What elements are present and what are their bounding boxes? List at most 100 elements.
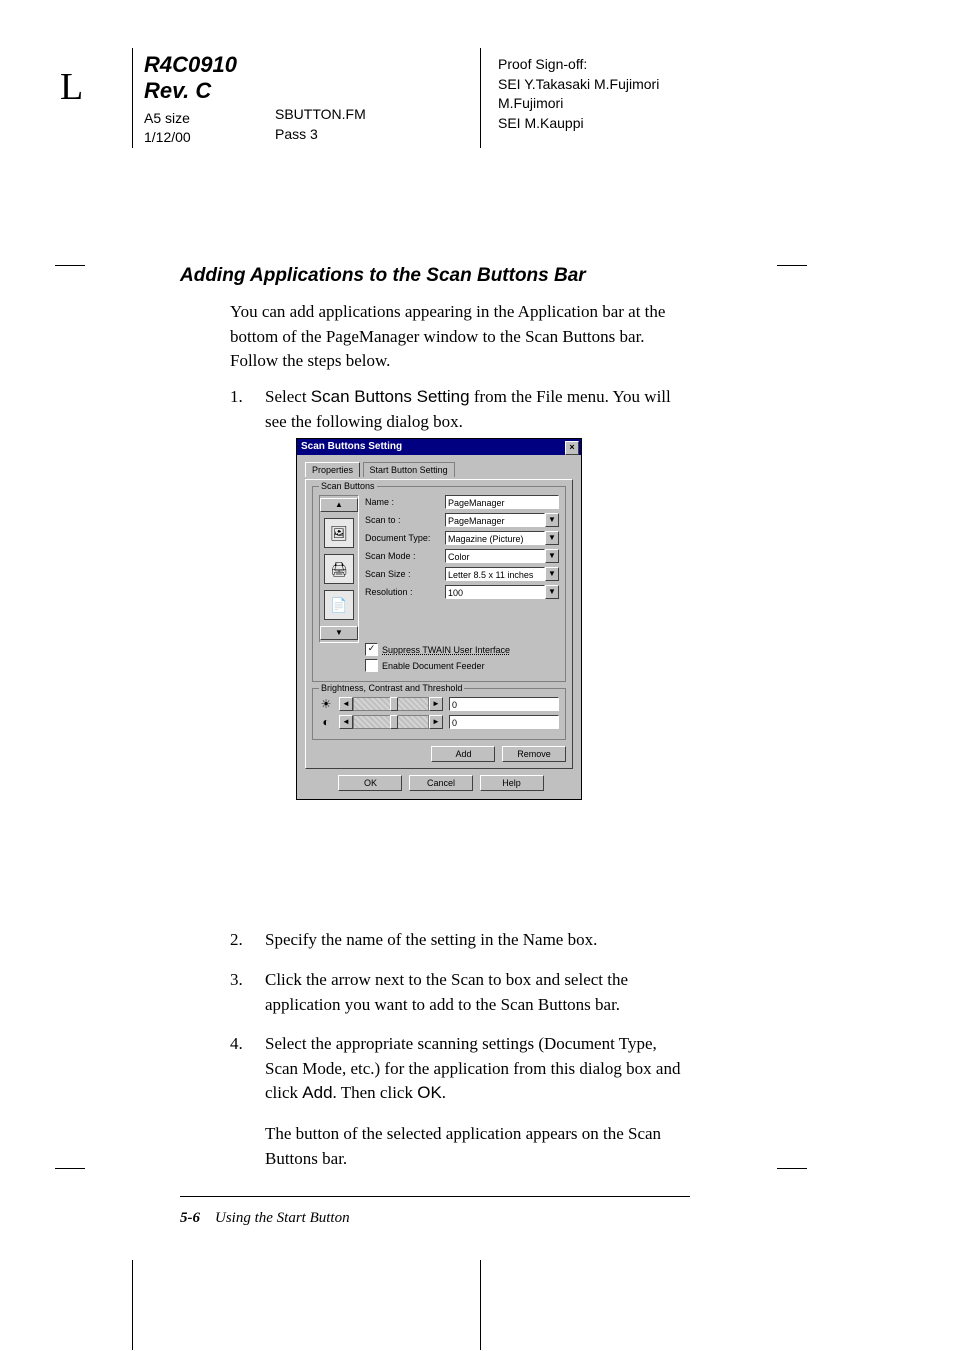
- step-number: 1.: [230, 385, 243, 410]
- doc-file: SBUTTON.FM: [275, 105, 366, 125]
- scroll-up-icon[interactable]: ▲: [320, 498, 358, 512]
- crop-mark: [55, 1168, 85, 1169]
- proof-line: SEI Y.Takasaki M.Fujimori: [498, 75, 659, 95]
- ui-term: Add: [302, 1083, 332, 1102]
- name-label: Name :: [365, 497, 445, 507]
- arrow-left-icon[interactable]: ◄: [339, 697, 353, 711]
- brightness-group: Brightness, Contrast and Threshold ☀ ◄ ►…: [312, 688, 566, 740]
- chevron-down-icon[interactable]: ▼: [545, 531, 559, 545]
- tab-start-button-setting[interactable]: Start Button Setting: [363, 462, 455, 477]
- doc-date: 1/12/00: [144, 128, 237, 148]
- proof-title: Proof Sign-off:: [498, 55, 659, 75]
- checkbox-icon: [365, 659, 378, 672]
- header-divider-2: [480, 48, 481, 148]
- arrow-left-icon[interactable]: ◄: [339, 715, 353, 729]
- scansize-combo[interactable]: Letter 8.5 x 11 inches: [445, 567, 545, 581]
- chevron-down-icon[interactable]: ▼: [545, 585, 559, 599]
- scan-buttons-list[interactable]: ▲ 🖼 🖨 📄 ▼: [319, 495, 359, 643]
- contrast-slider[interactable]: ◄ ►: [339, 715, 443, 729]
- dialog-titlebar[interactable]: Scan Buttons Setting ×: [297, 439, 581, 455]
- remove-button[interactable]: Remove: [502, 746, 566, 762]
- contrast-icon: ◐: [319, 715, 333, 729]
- doctype-label: Document Type:: [365, 533, 445, 543]
- footer-divider: [480, 1260, 481, 1350]
- suppress-twain-checkbox[interactable]: ✓ Suppress TWAIN User Interface: [365, 643, 559, 656]
- step-text: Specify the name of the setting in the N…: [265, 928, 690, 953]
- crop-mark: [777, 265, 807, 266]
- tab-strip: Properties Start Button Setting: [305, 461, 573, 479]
- add-button[interactable]: Add: [431, 746, 495, 762]
- proof-line: SEI M.Kauppi: [498, 114, 659, 134]
- cancel-button[interactable]: Cancel: [409, 775, 473, 791]
- group-label: Brightness, Contrast and Threshold: [319, 683, 464, 693]
- step-4: 4. Select the appropriate scanning setti…: [230, 1032, 690, 1106]
- proof-signoff: Proof Sign-off: SEI Y.Takasaki M.Fujimor…: [498, 55, 659, 133]
- brightness-value[interactable]: 0: [449, 697, 559, 711]
- close-icon[interactable]: ×: [565, 441, 579, 455]
- resolution-combo[interactable]: 100: [445, 585, 545, 599]
- crop-mark: [777, 1168, 807, 1169]
- header-divider: [132, 48, 133, 148]
- contrast-value[interactable]: 0: [449, 715, 559, 729]
- arrow-right-icon[interactable]: ►: [429, 697, 443, 711]
- ok-button[interactable]: OK: [338, 775, 402, 791]
- crop-mark: [55, 265, 85, 266]
- chevron-down-icon[interactable]: ▼: [545, 567, 559, 581]
- scroll-down-icon[interactable]: ▼: [320, 626, 358, 640]
- app-icon[interactable]: 🖨: [324, 554, 354, 584]
- dialog-title-text: Scan Buttons Setting: [301, 441, 402, 452]
- scanto-label: Scan to :: [365, 515, 445, 525]
- side-letter: L: [60, 65, 83, 109]
- slider-thumb[interactable]: [390, 715, 398, 729]
- step-1: 1. Select Scan Buttons Setting from the …: [230, 385, 690, 434]
- scan-buttons-group: Scan Buttons ▲ 🖼 🖨 📄 ▼ Name :PageManager…: [312, 486, 566, 682]
- step-2: 2. Specify the name of the setting in th…: [230, 928, 690, 953]
- step-3: 3. Click the arrow next to the Scan to b…: [230, 968, 690, 1017]
- step-number: 4.: [230, 1032, 243, 1057]
- step-number: 2.: [230, 928, 243, 953]
- paper-size: A5 size: [144, 109, 237, 129]
- ui-term: OK: [417, 1083, 442, 1102]
- intro-paragraph: You can add applications appearing in th…: [230, 300, 680, 374]
- checkbox-label: Enable Document Feeder: [382, 661, 485, 671]
- header-col2: SBUTTON.FM Pass 3: [275, 105, 366, 144]
- scanmode-label: Scan Mode :: [365, 551, 445, 561]
- step-text: The button of the selected application a…: [265, 1122, 690, 1171]
- scanto-combo[interactable]: PageManager: [445, 513, 545, 527]
- doctype-combo[interactable]: Magazine (Picture): [445, 531, 545, 545]
- checkbox-label: Suppress TWAIN User Interface: [382, 645, 510, 655]
- brightness-slider[interactable]: ◄ ►: [339, 697, 443, 711]
- app-icon[interactable]: 🖼: [324, 518, 354, 548]
- doc-rev: Rev. C: [144, 78, 237, 104]
- scansize-label: Scan Size :: [365, 569, 445, 579]
- proof-line: M.Fujimori: [498, 94, 659, 114]
- step-text: .: [442, 1083, 446, 1102]
- tab-properties[interactable]: Properties: [305, 462, 360, 477]
- doc-id: R4C0910: [144, 52, 237, 78]
- checkbox-icon: ✓: [365, 643, 378, 656]
- name-input[interactable]: PageManager: [445, 495, 559, 509]
- app-icon[interactable]: 📄: [324, 590, 354, 620]
- step-4-result: The button of the selected application a…: [230, 1122, 690, 1171]
- step-text: Select: [265, 387, 311, 406]
- step-text: Click the arrow next to the Scan to box …: [265, 968, 690, 1017]
- arrow-right-icon[interactable]: ►: [429, 715, 443, 729]
- step-number: 3.: [230, 968, 243, 993]
- page-footer: 5-6 Using the Start Button: [180, 1210, 350, 1227]
- resolution-label: Resolution :: [365, 587, 445, 597]
- slider-thumb[interactable]: [390, 697, 398, 711]
- chevron-down-icon[interactable]: ▼: [545, 513, 559, 527]
- chevron-down-icon[interactable]: ▼: [545, 549, 559, 563]
- page-number: 5-6: [180, 1210, 200, 1226]
- group-label: Scan Buttons: [319, 481, 377, 491]
- scan-buttons-setting-dialog: Scan Buttons Setting × Properties Start …: [296, 438, 582, 800]
- scanmode-combo[interactable]: Color: [445, 549, 545, 563]
- footer-divider: [132, 1260, 133, 1350]
- ui-term: Scan Buttons Setting: [311, 387, 470, 406]
- section-title: Adding Applications to the Scan Buttons …: [180, 265, 586, 287]
- doc-pass: Pass 3: [275, 125, 366, 145]
- enable-feeder-checkbox[interactable]: Enable Document Feeder: [365, 659, 559, 672]
- step-text: . Then click: [333, 1083, 418, 1102]
- brightness-icon: ☀: [319, 697, 333, 711]
- help-button[interactable]: Help: [480, 775, 544, 791]
